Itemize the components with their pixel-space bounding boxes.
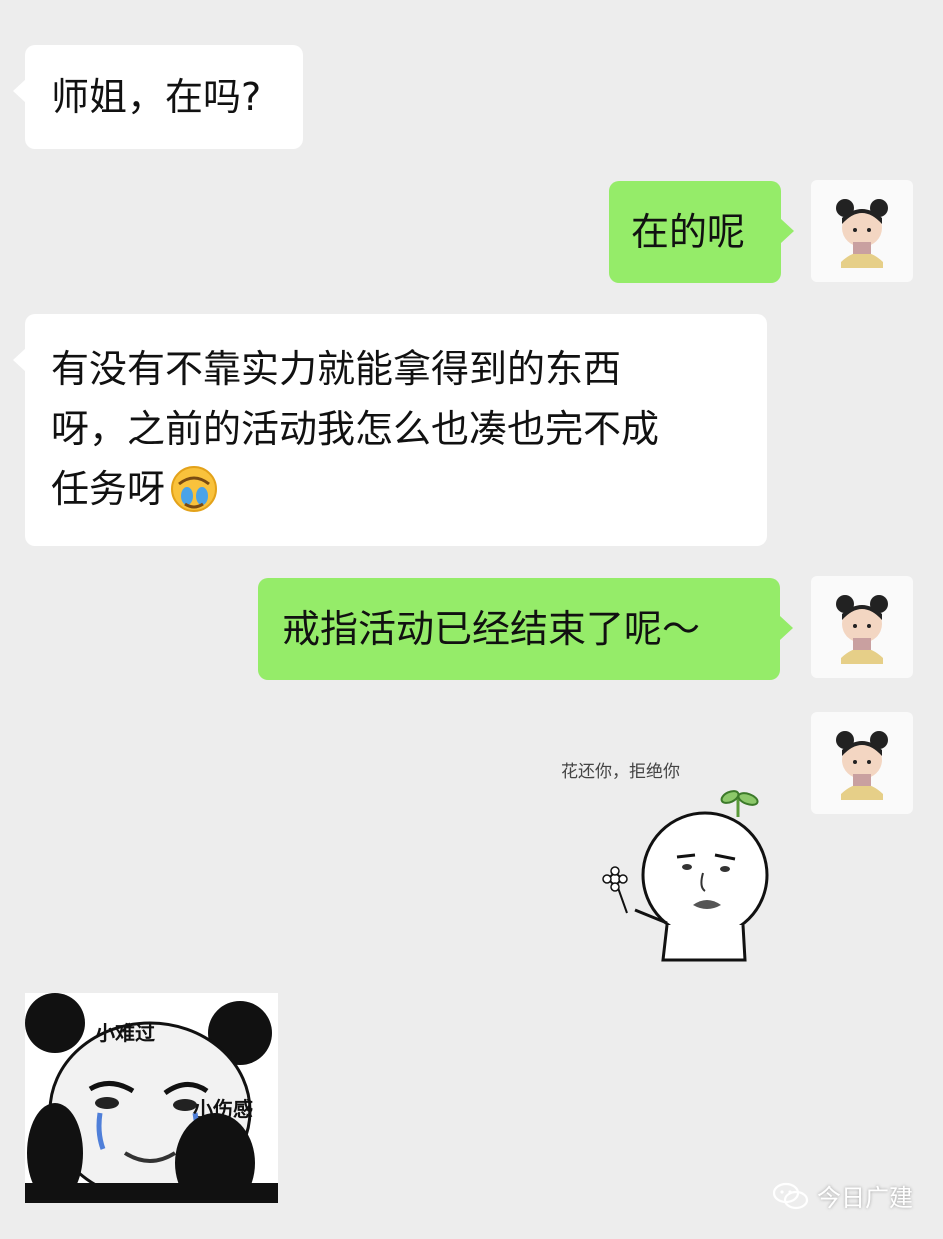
watermark: 今日广建 bbox=[773, 1178, 913, 1213]
message-line: 呀，之前的活动我怎么也凑也完不成 bbox=[51, 407, 660, 451]
incoming-message-bubble[interactable]: 师姐，在吗? bbox=[13, 45, 303, 149]
message-text: 在的呢 bbox=[631, 210, 746, 254]
girl-avatar-icon bbox=[836, 595, 888, 664]
incoming-message-bubble[interactable]: 有没有不靠实力就能拿得到的东西 呀，之前的活动我怎么也凑也完不成 任务呀 bbox=[13, 314, 767, 546]
message-text: 师姐，在吗? bbox=[51, 75, 262, 119]
sticker-label-top: 小难过 bbox=[95, 1021, 155, 1045]
user-avatar[interactable] bbox=[811, 712, 913, 814]
girl-avatar-icon bbox=[836, 199, 888, 268]
sticker-label-side: 小伤感 bbox=[193, 1097, 253, 1121]
user-avatar[interactable] bbox=[811, 180, 913, 282]
facepalm-crying-emoji-icon bbox=[171, 466, 218, 512]
panda-meme-sticker[interactable]: 小难过 小伤感 bbox=[25, 993, 278, 1203]
message-line: 任务呀 bbox=[51, 459, 741, 519]
sprout-head-meme-icon bbox=[602, 790, 769, 962]
wechat-icon bbox=[773, 1182, 809, 1209]
flower-meme-sticker[interactable]: 花还你，拒绝你 bbox=[555, 745, 795, 970]
watermark-text: 今日广建 bbox=[817, 1184, 913, 1212]
message-text: 戒指活动已经结束了呢～ bbox=[282, 607, 701, 651]
outgoing-message-bubble[interactable]: 在的呢 bbox=[609, 181, 794, 283]
user-avatar[interactable] bbox=[811, 576, 913, 678]
message-line: 有没有不靠实力就能拿得到的东西 bbox=[51, 347, 622, 391]
girl-avatar-icon bbox=[836, 731, 888, 800]
outgoing-message-bubble[interactable]: 戒指活动已经结束了呢～ bbox=[258, 578, 793, 680]
